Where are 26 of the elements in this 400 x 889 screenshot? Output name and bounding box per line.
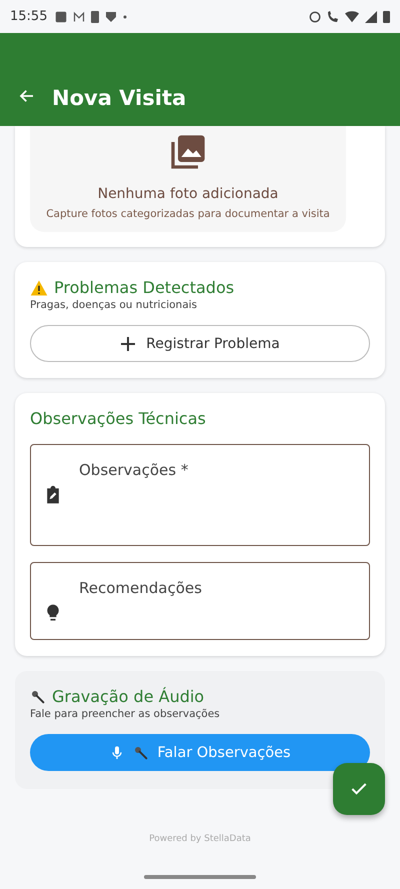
status-time: 15:55: [10, 9, 48, 24]
section-subtitle: Pragas, doenças ou nutricionais: [30, 299, 198, 311]
empty-title: Nenhuma foto adicionada: [98, 186, 278, 202]
footer-text: Powered by StellaData: [148, 834, 252, 844]
screen-title: Nova Visita: [52, 86, 186, 110]
section-subtitle: Fale para preencher as observações: [30, 708, 221, 720]
phone-icon: [327, 10, 339, 22]
microphone-icon: [133, 744, 150, 760]
empty-hint: Capture fotos categorizadas para documentar a visita: [46, 208, 330, 220]
dot-icon: [123, 14, 128, 18]
microphone-icon: [30, 688, 46, 704]
battery-icon: [383, 10, 390, 22]
text-area-field[interactable]: Observações *: [30, 444, 370, 546]
phone-device-icon: [91, 10, 100, 22]
register-problem-button[interactable]: Registrar Problema: [30, 325, 370, 362]
save-fab[interactable]: [333, 763, 385, 815]
section-title: Problemas Detectados: [54, 278, 234, 297]
alarm-icon: [309, 10, 321, 22]
wifi-icon: [345, 10, 359, 22]
warning-icon: [30, 278, 48, 296]
plus-icon: [120, 336, 136, 352]
text-area-field[interactable]: Recomendações: [30, 562, 370, 640]
section-title: Gravação de Áudio: [52, 687, 204, 706]
signal-icon: [365, 10, 377, 22]
section-title: Observações Técnicas: [30, 409, 207, 428]
mail-icon: [73, 10, 86, 22]
